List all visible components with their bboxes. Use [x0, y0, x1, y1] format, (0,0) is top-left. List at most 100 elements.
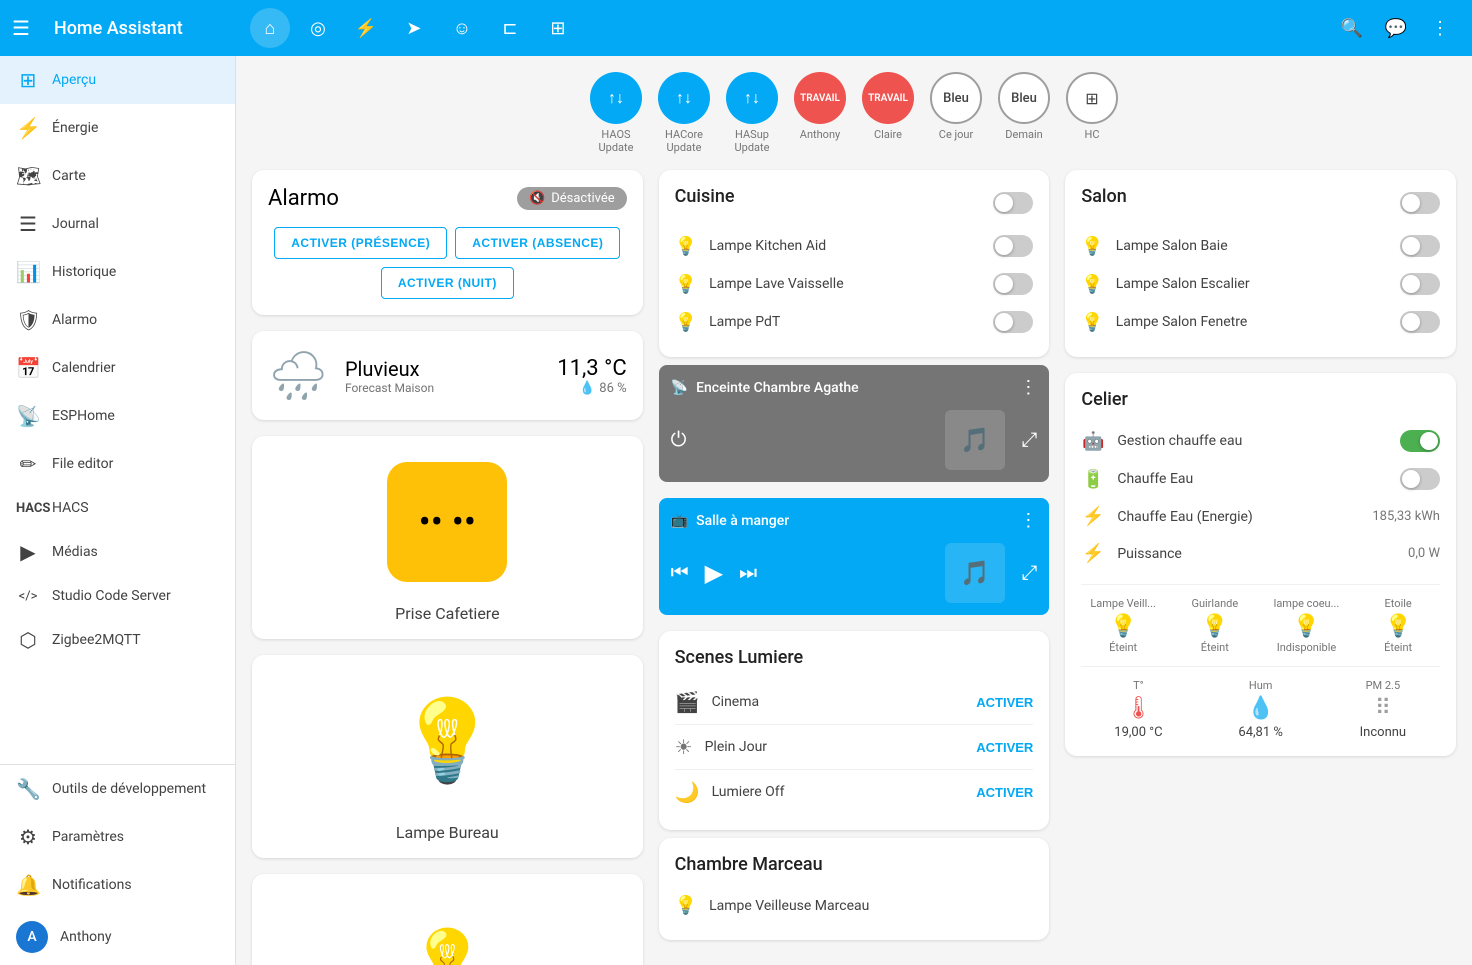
scene-cinema: 🎬 Cinema ACTIVER — [675, 680, 1034, 725]
alarmo-status: Désactivée — [551, 191, 614, 206]
salon-fenetre-toggle[interactable] — [1400, 311, 1440, 333]
salon-light-2: 💡 Lampe Salon Escalier — [1081, 265, 1440, 303]
media-agathe-name: Enceinte Chambre Agathe — [696, 380, 859, 396]
nav-bulb-icon[interactable]: ◎ — [298, 8, 338, 48]
prise-cafetiere-card: •• •• Prise Cafetiere — [252, 436, 643, 639]
alarmo-presence-button[interactable]: ACTIVER (PRÉSENCE) — [274, 227, 447, 259]
sensor-pm-label: PM 2.5 — [1326, 679, 1440, 692]
sidebar-item-studio-code[interactable]: </> Studio Code Server — [0, 576, 235, 616]
status-claire[interactable]: TRAVAIL Claire — [862, 72, 914, 154]
notifications-icon: 🔔 — [16, 873, 40, 897]
sidebar-item-medias[interactable]: ▶ Médias — [0, 528, 235, 576]
media-salle-play-button[interactable]: ▶ — [705, 559, 723, 588]
media-salle-expand-button[interactable]: ⤢ — [1021, 562, 1037, 585]
salon-escalier-toggle[interactable] — [1400, 273, 1440, 295]
status-aujourdhui[interactable]: Bleu Ce jour — [930, 72, 982, 154]
weather-sub: Forecast Maison — [345, 381, 541, 395]
zigbee-icon: ⬡ — [16, 628, 40, 652]
lamp-veill-name: Lampe Veill... — [1081, 597, 1165, 610]
nav-home-icon[interactable]: ⌂ — [250, 8, 290, 48]
sidebar-label-apercu: Aperçu — [52, 72, 96, 88]
sidebar-item-notifications[interactable]: 🔔 Notifications — [0, 861, 235, 909]
status-hc[interactable]: ⊞ HC — [1066, 72, 1118, 154]
salon-toggle[interactable] — [1400, 192, 1440, 214]
humidity-value: 86 % — [599, 381, 626, 396]
media-agathe-power-button[interactable]: ⏻ — [671, 429, 687, 452]
menu-icon[interactable]: ☰ — [12, 16, 30, 40]
alarmo-icon: 🛡 — [16, 308, 40, 332]
sidebar-item-outils[interactable]: 🔧 Outils de développement — [0, 765, 235, 813]
nav-bird-icon[interactable]: ➤ — [394, 8, 434, 48]
salon-escalier-name: Lampe Salon Escalier — [1116, 276, 1388, 292]
media-agathe-more-button[interactable]: ⋮ — [1019, 377, 1037, 398]
cinema-name: Cinema — [712, 694, 965, 710]
alarmo-nuit-button[interactable]: ACTIVER (NUIT) — [381, 267, 514, 299]
media-salle-next-button[interactable]: ⏭ — [739, 562, 757, 585]
media-salle-header: 📺 Salle à manger ⋮ — [671, 510, 1038, 531]
lamp-etoile-icon: 💡 — [1356, 614, 1440, 639]
hasup-icon: ↑↓ — [726, 72, 778, 124]
chambre-marceau-card: Chambre Marceau 💡 Lampe Veilleuse Marcea… — [659, 838, 1050, 940]
file-editor-icon: ✏ — [16, 452, 40, 476]
search-icon[interactable]: 🔍 — [1332, 8, 1372, 48]
media-salle-prev-button[interactable]: ⏮ — [671, 562, 689, 585]
cinema-activate-button[interactable]: ACTIVER — [976, 695, 1033, 710]
more-vertical-icon[interactable]: ⋮ — [1420, 8, 1460, 48]
sidebar-item-apercu[interactable]: ⊞ Aperçu — [0, 56, 235, 104]
veilleuse-marceau-name: Lampe Veilleuse Marceau — [709, 898, 1033, 914]
lave-vaisselle-toggle[interactable] — [993, 273, 1033, 295]
sidebar-item-alarmo[interactable]: 🛡 Alarmo — [0, 296, 235, 344]
status-hacore[interactable]: ↑↓ HACoreUpdate — [658, 72, 710, 154]
lumiere-off-activate-button[interactable]: ACTIVER — [976, 785, 1033, 800]
plein-jour-activate-button[interactable]: ACTIVER — [976, 740, 1033, 755]
outils-icon: 🔧 — [16, 777, 40, 801]
lamp-grid: Lampe Veill... 💡 Éteint Guirlande 💡 Étei… — [1081, 584, 1440, 654]
sensor-temp-label: T° — [1081, 679, 1195, 692]
medias-icon: ▶ — [16, 540, 40, 564]
sidebar-label-carte: Carte — [52, 168, 86, 184]
status-demain[interactable]: Bleu Demain — [998, 72, 1050, 154]
media-agathe-art: 🎵 — [945, 410, 1005, 470]
sidebar-item-calendrier[interactable]: 📅 Calendrier — [0, 344, 235, 392]
chat-icon[interactable]: 💬 — [1376, 8, 1416, 48]
status-haos[interactable]: ↑↓ HAOSUpdate — [590, 72, 642, 154]
lamp-coeur-name: lampe coeu... — [1265, 597, 1349, 610]
sidebar-item-file-editor[interactable]: ✏ File editor — [0, 440, 235, 488]
salon-baie-toggle[interactable] — [1400, 235, 1440, 257]
nav-house2-icon[interactable]: ⊏ — [490, 8, 530, 48]
sidebar-label-studio-code: Studio Code Server — [52, 588, 171, 604]
nav-bolt-icon[interactable]: ⚡ — [346, 8, 386, 48]
sidebar-item-carte[interactable]: 🗺 Carte — [0, 152, 235, 200]
alarmo-absence-button[interactable]: ACTIVER (ABSENCE) — [455, 227, 620, 259]
chambre-marceau-title: Chambre Marceau — [675, 854, 1034, 875]
salon-card: Salon 💡 Lampe Salon Baie 💡 Lampe Salon E… — [1065, 170, 1456, 357]
kitchen-aid-toggle[interactable] — [993, 235, 1033, 257]
media-agathe-expand-button[interactable]: ⤢ — [1021, 429, 1037, 452]
sidebar-item-energie[interactable]: ⚡ Énergie — [0, 104, 235, 152]
gestion-icon: 🤖 — [1081, 431, 1105, 452]
sidebar-item-journal[interactable]: ☰ Journal — [0, 200, 235, 248]
status-bar: ↑↓ HAOSUpdate ↑↓ HACoreUpdate ↑↓ HASupUp… — [252, 72, 1456, 154]
sidebar-bottom: 🔧 Outils de développement ⚙ Paramètres 🔔… — [0, 764, 235, 965]
media-salle-more-button[interactable]: ⋮ — [1019, 510, 1037, 531]
alarmo-title: Alarmo — [268, 186, 339, 211]
sidebar-item-hacs[interactable]: HACS HACS — [0, 488, 235, 528]
sidebar-item-anthony[interactable]: A Anthony — [0, 909, 235, 965]
sidebar-item-esphome[interactable]: 📡 ESPHome — [0, 392, 235, 440]
chauffe-toggle[interactable] — [1400, 468, 1440, 490]
lampe-bureau-icon[interactable]: 💡 — [398, 694, 498, 788]
status-hasup[interactable]: ↑↓ HASupUpdate — [726, 72, 778, 154]
salon-light-3: 💡 Lampe Salon Fenetre — [1081, 303, 1440, 341]
status-anthony[interactable]: TRAVAIL Anthony — [794, 72, 846, 154]
sidebar-item-historique[interactable]: 📊 Historique — [0, 248, 235, 296]
sidebar-item-zigbee[interactable]: ⬡ Zigbee2MQTT — [0, 616, 235, 664]
cuisine-toggle[interactable] — [993, 192, 1033, 214]
nav-server-icon[interactable]: ⊞ — [538, 8, 578, 48]
pdt-toggle[interactable] — [993, 311, 1033, 333]
gestion-toggle[interactable] — [1400, 430, 1440, 452]
sidebar-item-parametres[interactable]: ⚙ Paramètres — [0, 813, 235, 861]
sidebar-label-alarmo: Alarmo — [52, 312, 97, 328]
prise-icon[interactable]: •• •• — [387, 462, 507, 582]
column-2: Cuisine 💡 Lampe Kitchen Aid 💡 Lampe Lave… — [659, 170, 1050, 965]
nav-face-icon[interactable]: ☺ — [442, 8, 482, 48]
